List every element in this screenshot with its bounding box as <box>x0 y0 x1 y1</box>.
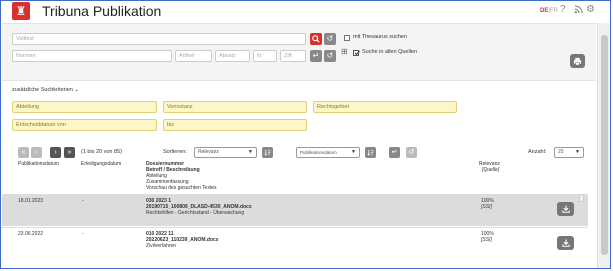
row-document[interactable]: 030 2023 1 20190715_100809_DLASD-4530_AN… <box>146 198 252 216</box>
next-page-button[interactable]: › <box>50 147 61 158</box>
chevron-down-icon: ▼ <box>351 149 356 155</box>
col-document: Dossiernummer Betreff / Beschreibung Abt… <box>146 161 217 191</box>
row-scroll-handle[interactable] <box>579 194 584 202</box>
prev-page-button[interactable]: ‹ <box>31 147 42 158</box>
row-betreff: Zivilverfahren <box>146 243 177 249</box>
entscheiddatum-von-input[interactable]: Entscheiddatum von <box>12 119 157 131</box>
thesaurus-label: mit Thesaurus suchen <box>353 34 408 40</box>
scrollbar-thumb[interactable] <box>601 35 608 255</box>
settings-icon[interactable]: ⚙ <box>586 5 595 15</box>
app-header: ♜ Tribuna Publikation DE|FR ? ⚙ <box>2 1 610 22</box>
lang-fr[interactable]: FR <box>550 8 558 14</box>
extra-criteria-toggle[interactable]: zusätzliche Suchkriterien ⌄ <box>12 87 79 93</box>
reset-button[interactable]: ↺ <box>324 33 336 45</box>
tribuna-logo-icon: ♜ <box>12 2 30 20</box>
reset-normen-button[interactable]: ↺ <box>324 50 336 62</box>
sort-order-icon[interactable] <box>262 147 273 158</box>
normen-input[interactable]: Normen <box>12 50 172 62</box>
reset-sort-button[interactable]: ↺ <box>406 147 417 158</box>
sort-select[interactable]: Relevanz ▼ <box>194 147 257 158</box>
result-count: (1 bis 20 von 85) <box>81 149 122 155</box>
col-erledigungsdatum[interactable]: Erledigungsdatum <box>81 161 121 167</box>
vorinstanz-input[interactable]: Vorinstanz <box>163 101 307 113</box>
chevron-down-icon: ⌄ <box>74 87 79 93</box>
search-panel: Volltext ↺ mit Thesaurus suchen Normen A… <box>2 23 596 81</box>
table-row[interactable]: 18.01.2023 - 030 2023 1 20190715_100809_… <box>2 194 588 226</box>
abteilung-input[interactable]: Abteilung <box>12 101 157 113</box>
anzahl-select[interactable]: 20 ▼ <box>554 147 584 158</box>
print-button[interactable] <box>570 54 585 68</box>
table-row[interactable]: 23.06.2022 - 010 2022 11 20220623_110239… <box>2 227 588 268</box>
sort-select-value: Relevanz <box>198 149 219 155</box>
enter-button[interactable]: ↵ <box>310 50 322 62</box>
absatz-input[interactable]: Absatz <box>215 50 250 62</box>
alle-quellen-checkbox[interactable] <box>353 50 360 56</box>
last-page-button[interactable]: » <box>64 147 75 158</box>
download-icon[interactable] <box>557 236 574 250</box>
anzahl-value: 20 <box>558 149 564 155</box>
chevron-down-icon: ▼ <box>575 149 580 155</box>
row-pub-date: 23.06.2022 <box>18 231 44 237</box>
download-icon[interactable] <box>557 202 574 216</box>
col-quelle-label: [Quelle] <box>482 167 500 173</box>
add-norm-icon[interactable]: ⊞ <box>341 47 348 56</box>
language-switch[interactable]: DE|FR <box>540 8 558 14</box>
row-quelle: [SSI] <box>481 237 492 243</box>
anzahl-label: Anzahl: <box>528 149 547 155</box>
row-pub-date: 18.01.2023 <box>18 198 44 204</box>
extra-criteria-label: zusätzliche Suchkriterien <box>12 87 73 93</box>
artikel-input[interactable]: Artikel <box>175 50 212 62</box>
apply-button[interactable]: ↵ <box>389 147 400 158</box>
app-title: Tribuna Publikation <box>42 3 162 19</box>
row-erl-date: - <box>82 198 84 204</box>
chevron-down-icon: ▼ <box>248 149 253 155</box>
col-vorschau: Vorschau des gesuchten Textes <box>146 185 217 191</box>
entscheiddatum-bis-input[interactable]: bis <box>163 119 307 131</box>
row-erl-date: - <box>82 231 84 237</box>
alle-quellen-label: Suche in allen Quellen <box>362 49 418 55</box>
rss-icon[interactable] <box>574 5 583 17</box>
page-scrollbar[interactable] <box>597 23 610 268</box>
search-button[interactable] <box>310 33 322 45</box>
col-relevanz[interactable]: Relevanz [Quelle] <box>479 161 500 173</box>
row-relevanz: 100% [SSI] <box>481 198 494 210</box>
lit-input[interactable]: lit. <box>253 50 277 62</box>
row-relevanz: 100% [SSI] <box>481 231 494 243</box>
col-publikationsdatum[interactable]: Publikationsdatum <box>18 161 59 167</box>
row-betreff: Rechtshilfen - Gerichtsstand - Überwachu… <box>146 210 245 216</box>
first-page-button[interactable]: « <box>18 147 29 158</box>
sort-field-order-icon[interactable] <box>365 147 376 158</box>
sort-field-select[interactable]: Publikationsdatum ▼ <box>296 147 360 158</box>
row-quelle: [SSI] <box>481 204 492 210</box>
help-icon[interactable]: ? <box>560 5 566 15</box>
ziff-input[interactable]: Ziff. <box>280 50 306 62</box>
sort-label: Sortieren: <box>163 149 187 155</box>
app-window: ♜ Tribuna Publikation DE|FR ? ⚙ Volltext… <box>0 0 611 269</box>
row-document[interactable]: 010 2022 11 20220623_110239_ANOM.docx Zi… <box>146 231 219 249</box>
sort-field-value: Publikationsdatum <box>300 150 337 155</box>
thesaurus-checkbox[interactable] <box>344 35 350 41</box>
volltext-input[interactable]: Volltext <box>12 33 306 45</box>
rechtsgebiet-input[interactable]: Rechtsgebiet <box>313 101 457 113</box>
